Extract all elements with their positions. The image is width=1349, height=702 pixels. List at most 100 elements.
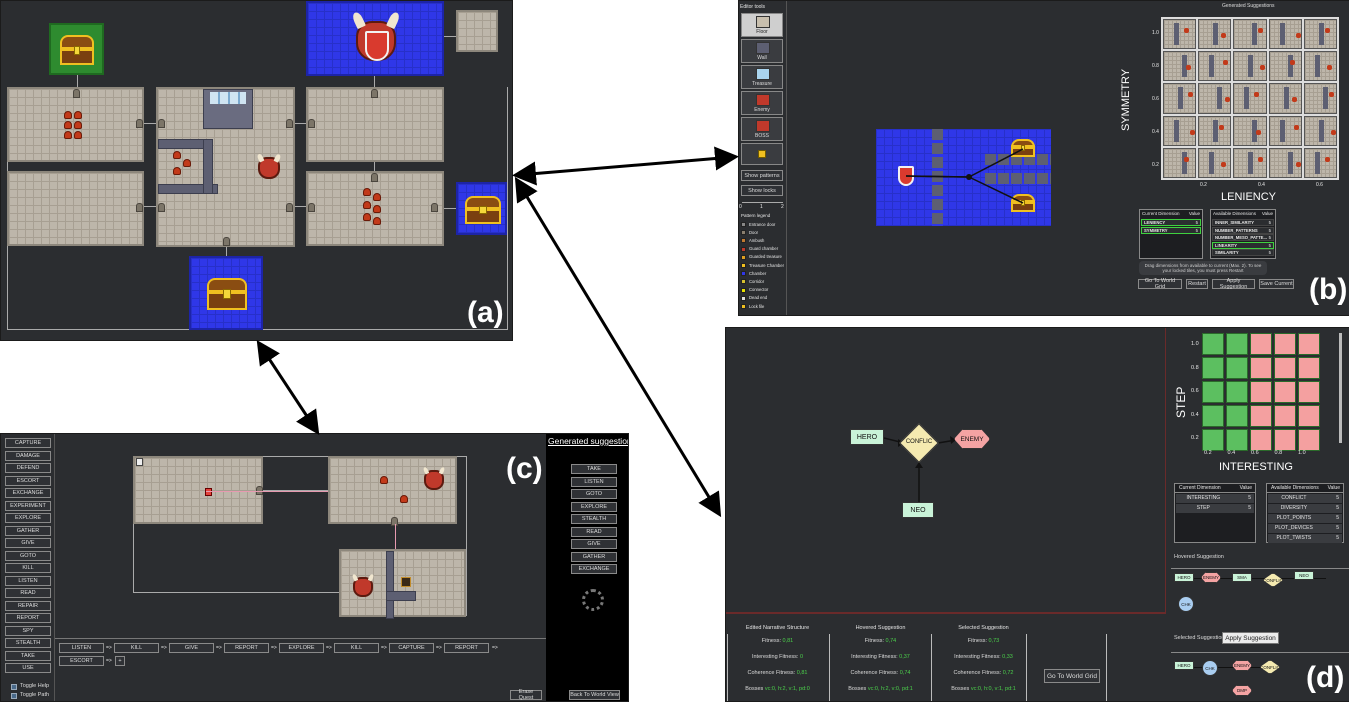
treasure-room-green[interactable] <box>49 23 104 75</box>
treasure-room-blue[interactable] <box>456 182 507 235</box>
map-cell[interactable] <box>1274 429 1296 451</box>
quest-step[interactable]: KILL <box>114 643 159 653</box>
dimension-row[interactable]: SYMMETRY 5 <box>1141 226 1201 234</box>
map-cell[interactable] <box>1298 357 1320 379</box>
boss-room[interactable] <box>306 1 444 76</box>
quest-step[interactable]: KILL <box>334 643 379 653</box>
dungeon-room[interactable] <box>306 171 444 246</box>
suggestion-exchange-button[interactable]: EXCHANGE <box>571 564 617 574</box>
door-icon[interactable] <box>158 203 165 212</box>
available-dimension-table[interactable]: Available Dimensions Value CONFLICT 5 DIVERS… <box>1266 483 1344 543</box>
map-cell[interactable] <box>1202 381 1224 403</box>
door-icon[interactable] <box>371 89 378 98</box>
suggestion-explore-button[interactable]: EXPLORE <box>571 501 617 512</box>
suggestion-listen-button[interactable]: LISTEN <box>571 476 617 487</box>
suggestion-cell[interactable] <box>1198 19 1232 50</box>
go-to-world-grid-button[interactable]: Go To World Grid <box>1044 669 1100 683</box>
suggestion-cell[interactable] <box>1163 115 1197 146</box>
suggestion-cell[interactable] <box>1163 83 1197 114</box>
map-cell[interactable] <box>1274 381 1296 403</box>
suggestion-cell[interactable] <box>1303 147 1337 178</box>
restart-button[interactable]: Restart <box>1186 279 1208 289</box>
action-exchange-button[interactable]: EXCHANGE <box>5 488 51 498</box>
dungeon-room[interactable] <box>306 87 444 162</box>
suggestion-stealth-button[interactable]: STEALTH <box>571 514 617 524</box>
tool-treasure-button[interactable]: Treasure <box>741 65 783 89</box>
map-cell[interactable] <box>1250 381 1272 403</box>
dungeon-room[interactable] <box>156 87 295 247</box>
hero-node[interactable]: HERO <box>850 429 884 445</box>
map-cell[interactable] <box>1298 405 1320 427</box>
door-icon[interactable] <box>431 203 438 212</box>
suggestion-goto-button[interactable]: GOTO <box>571 489 617 499</box>
map-cell[interactable] <box>1250 405 1272 427</box>
room-editor-canvas[interactable] <box>876 129 1051 226</box>
quest-step[interactable]: EXPLORE <box>279 643 324 653</box>
suggestion-give-button[interactable]: GIVE <box>571 539 617 549</box>
map-cell[interactable] <box>1298 381 1320 403</box>
available-dimension-table[interactable]: Available Dimensions Value INNER_SIMILARIT… <box>1210 209 1276 259</box>
door-icon[interactable] <box>308 119 315 128</box>
suggestion-gather-button[interactable]: GATHER <box>571 551 617 562</box>
suggestion-cell[interactable] <box>1198 147 1232 178</box>
dungeon-room[interactable] <box>328 456 457 524</box>
door-icon[interactable] <box>73 89 80 98</box>
add-step-button[interactable]: + <box>115 656 125 666</box>
door-icon[interactable] <box>371 173 378 182</box>
neo-node[interactable]: NEO <box>902 502 934 518</box>
action-take-button[interactable]: TAKE <box>5 650 51 661</box>
action-give-button[interactable]: GIVE <box>5 538 51 548</box>
dimension-row[interactable]: PLOT_POINTS 5 <box>1268 514 1342 523</box>
dungeon-room[interactable] <box>7 87 144 162</box>
action-defend-button[interactable]: DEFEND <box>5 463 51 473</box>
action-gather-button[interactable]: GATHER <box>5 525 51 536</box>
tool-floor-button[interactable]: Floor <box>741 13 783 37</box>
door-icon[interactable] <box>136 119 143 128</box>
dimension-row[interactable]: LENIENCY 5 <box>1141 219 1201 226</box>
quest-step[interactable]: ESCORT <box>59 656 104 666</box>
dungeon-room[interactable] <box>7 171 144 246</box>
dungeon-room[interactable] <box>339 549 466 619</box>
suggestion-cell[interactable] <box>1303 115 1337 146</box>
suggestion-cell[interactable] <box>1163 19 1197 50</box>
dimension-row[interactable]: SIMILARITY 5 <box>1212 249 1274 256</box>
toggle-path[interactable] <box>11 693 17 699</box>
suggestion-cell[interactable] <box>1233 51 1267 82</box>
erase-quest-button[interactable]: Erase Quest <box>510 689 542 701</box>
action-escort-button[interactable]: ESCORT <box>5 475 51 486</box>
action-stealth-button[interactable]: STEALTH <box>5 638 51 648</box>
suggestion-cell[interactable] <box>1268 51 1302 82</box>
action-damage-button[interactable]: DAMAGE <box>5 450 51 461</box>
suggestion-grid[interactable] <box>1161 17 1339 180</box>
quest-step[interactable]: CAPTURE <box>389 643 434 653</box>
suggestion-cell[interactable] <box>1268 147 1302 178</box>
current-dimension-table[interactable]: Current Dimension Value INTERESTING 5 STEP 5 <box>1174 483 1256 543</box>
dimension-row[interactable]: INNER_SIMILARITY 5 <box>1212 219 1274 226</box>
map-cell[interactable] <box>1226 405 1248 427</box>
map-cell[interactable] <box>1250 429 1272 451</box>
map-cell[interactable] <box>1226 357 1248 379</box>
action-repair-button[interactable]: REPAIR <box>5 600 51 611</box>
suggestion-cell[interactable] <box>1233 147 1267 178</box>
suggestion-cell[interactable] <box>1233 83 1267 114</box>
tool-enemy-button[interactable]: Enemy <box>741 91 783 115</box>
suggestion-cell[interactable] <box>1233 19 1267 50</box>
apply-suggestion-button[interactable]: Apply Suggestion <box>1222 632 1279 644</box>
map-cell[interactable] <box>1250 357 1272 379</box>
dimension-row[interactable]: DIVERSITY 5 <box>1268 504 1342 513</box>
action-explore-button[interactable]: EXPLORE <box>5 513 51 523</box>
small-room[interactable] <box>456 10 498 52</box>
suggestion-cell[interactable] <box>1163 51 1197 82</box>
door-icon[interactable] <box>286 119 293 128</box>
action-read-button[interactable]: READ <box>5 588 51 598</box>
dimension-row[interactable]: CONFLICT 5 <box>1268 494 1342 503</box>
map-cell[interactable] <box>1226 381 1248 403</box>
map-cell[interactable] <box>1226 429 1248 451</box>
map-cell[interactable] <box>1274 333 1296 355</box>
current-dimension-table[interactable]: Current Dimension Value LENIENCY 5 SYMMETRY 5 <box>1139 209 1203 259</box>
go-to-world-grid-button[interactable]: Go To World Grid <box>1138 278 1182 290</box>
action-spy-button[interactable]: SPY <box>5 625 51 636</box>
action-goto-button[interactable]: GOTO <box>5 550 51 561</box>
door-icon[interactable] <box>136 203 143 212</box>
suggestion-cell[interactable] <box>1303 83 1337 114</box>
